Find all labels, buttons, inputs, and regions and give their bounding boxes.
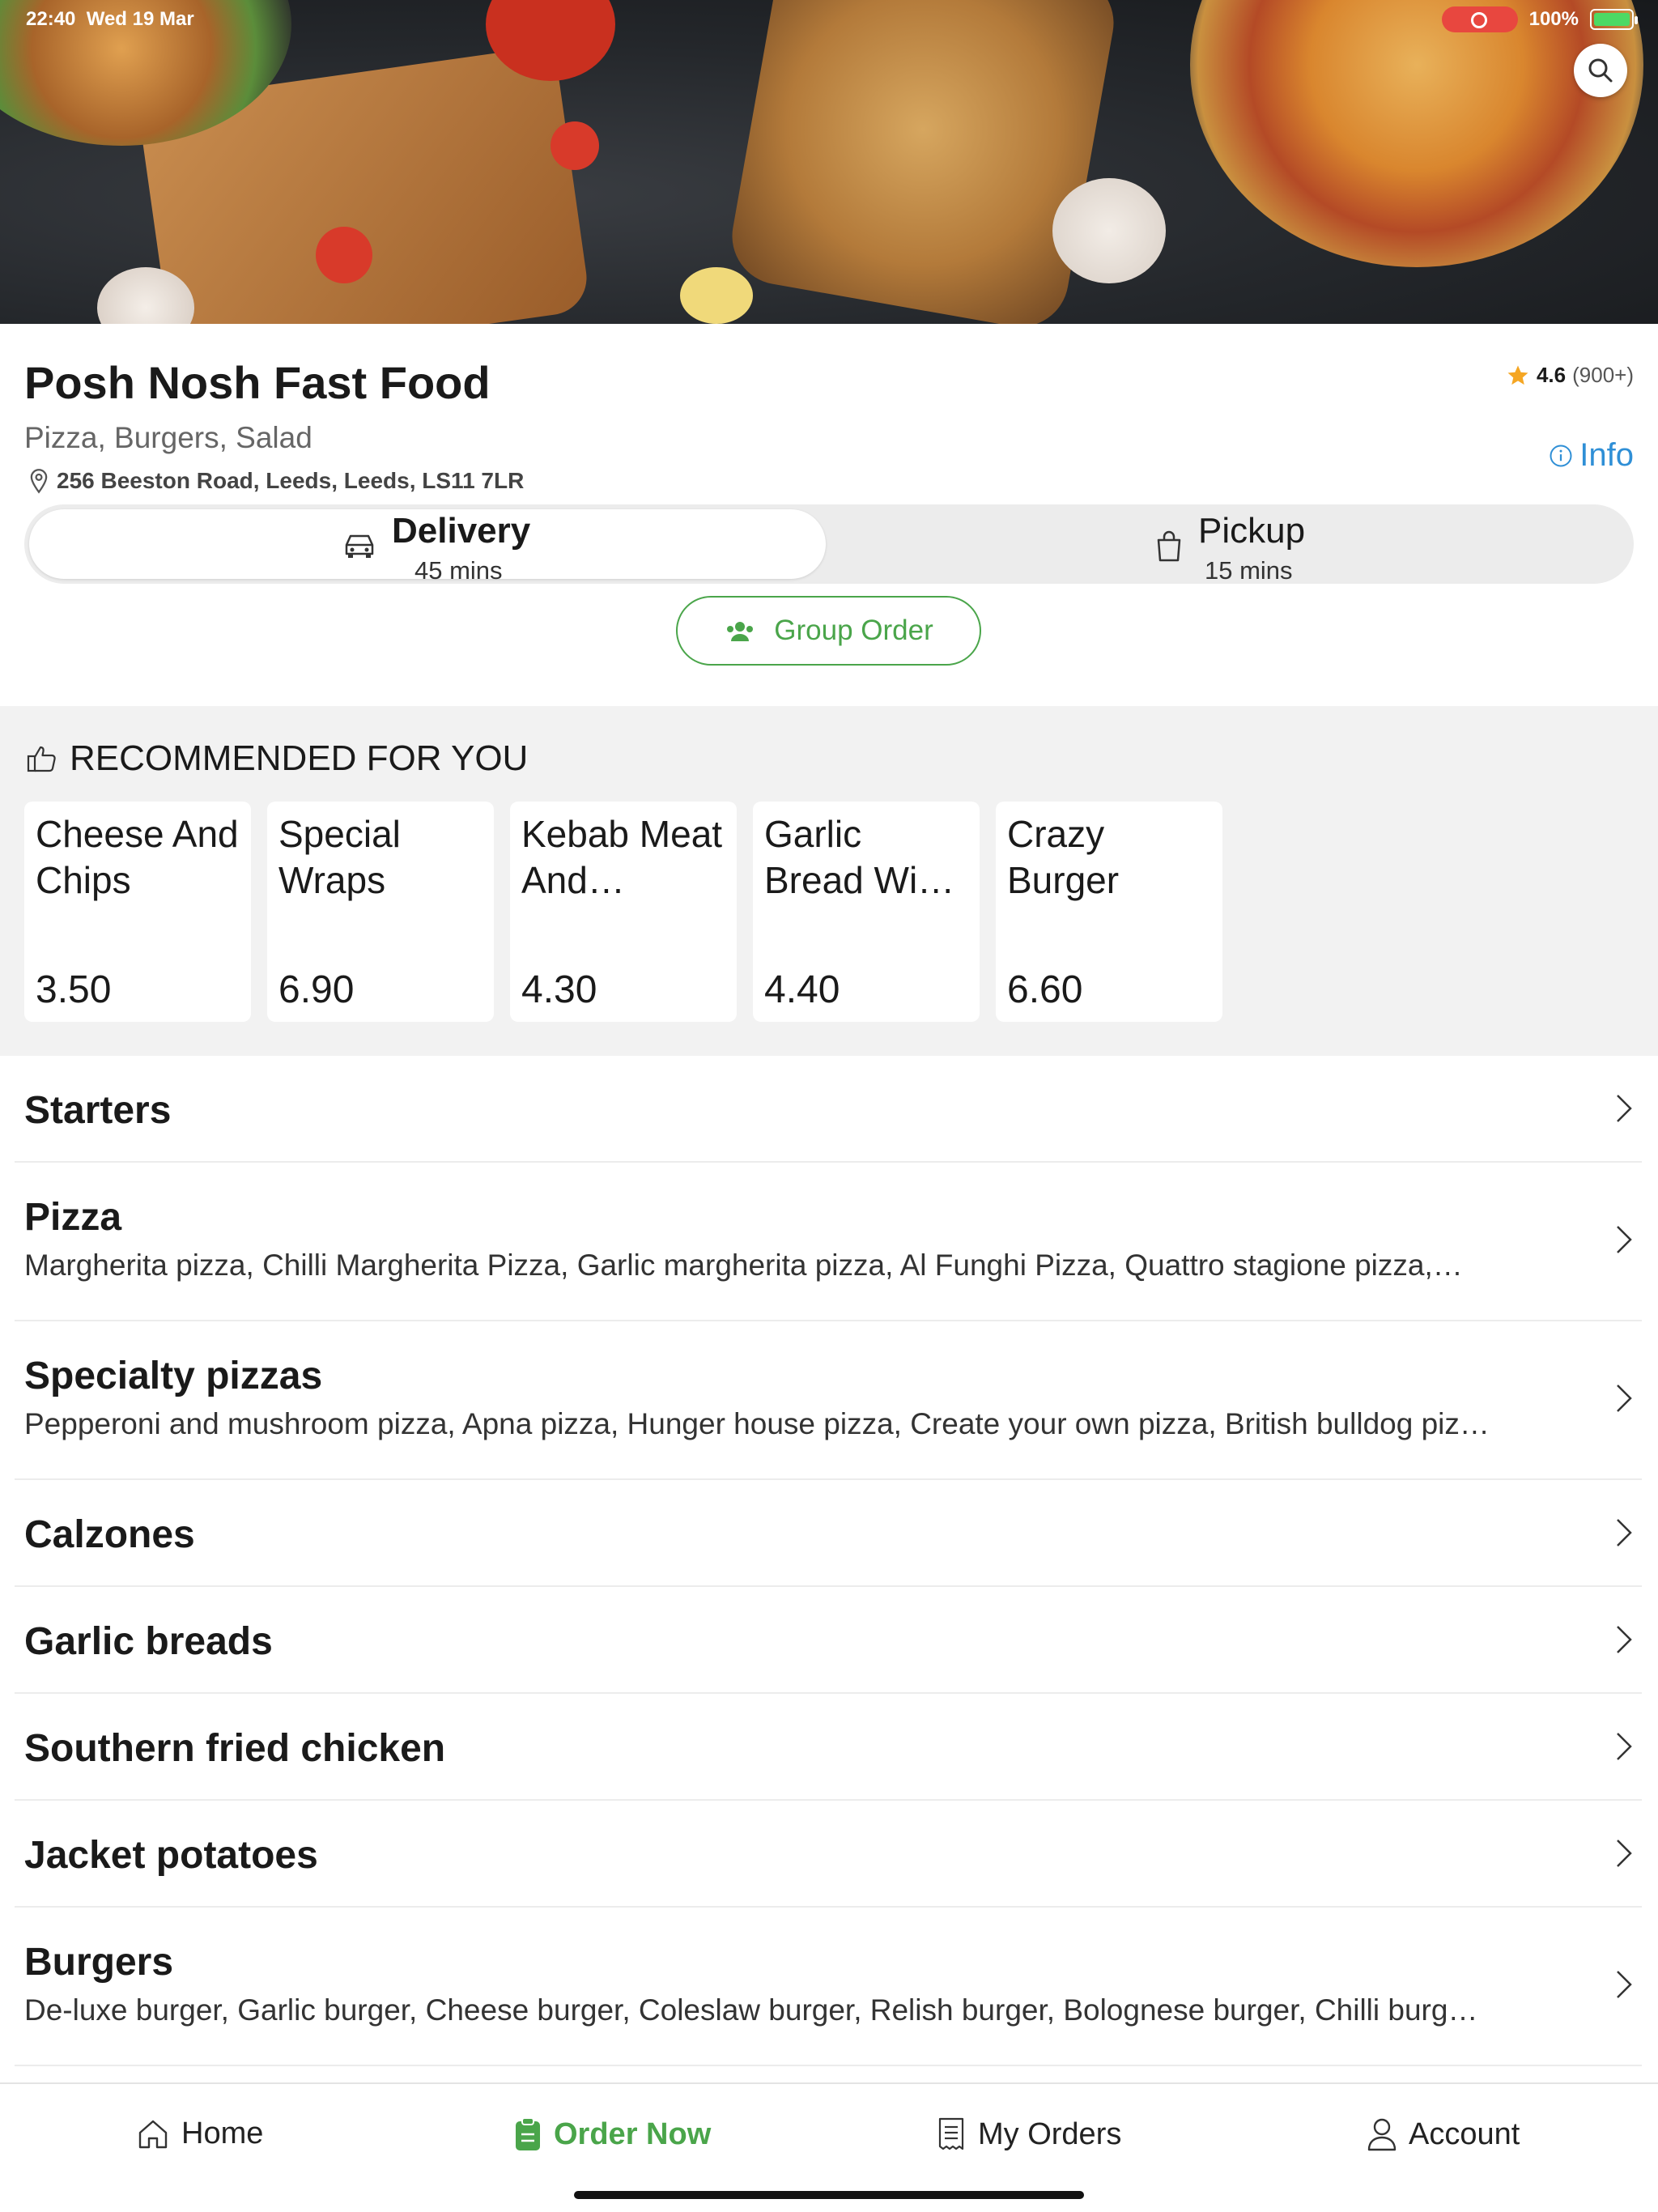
recommended-item-name: Garlic Bread Wi… [764,813,955,901]
user-icon [1367,2118,1397,2151]
car-icon [345,534,374,558]
rating-value: 4.6 [1536,363,1567,387]
category-name: Calzones [24,1513,195,1556]
group-order-label: Group Order [774,615,933,646]
info-link[interactable]: Info [1549,437,1634,474]
category-row-southern-fried-chicken[interactable]: Southern fried chicken [15,1694,1642,1801]
delivery-option[interactable]: Delivery 45 mins [29,509,826,585]
tab-home-label: Home [181,2116,264,2150]
recommended-item-price: 3.50 [36,968,112,1011]
recommended-card[interactable]: Garlic Bread Wi… 4.40 [753,802,980,1022]
recommended-card[interactable]: Special Wraps 6.90 [267,802,494,1022]
category-name: Garlic breads [24,1620,273,1663]
address-text: 256 Beeston Road, Leeds, Leeds, LS11 7LR [57,468,525,493]
delivery-label: Delivery [392,511,531,551]
category-row-starters[interactable]: Starters [15,1056,1642,1163]
order-icon [516,2117,540,2150]
status-bar: 22:40 Wed 19 Mar 100% [0,0,1658,39]
recommended-item-name: Special Wraps [278,813,401,901]
home-indicator[interactable] [574,2191,1084,2199]
category-row-specialty-pizzas[interactable]: Specialty pizzas Pepperoni and mushroom … [15,1321,1642,1480]
recommended-item-name: Crazy Burger [1007,813,1120,901]
pickup-label: Pickup [1198,511,1306,551]
tab-account[interactable]: Account [1367,2116,1520,2152]
chevron-right-icon [1617,1095,1632,1122]
cuisine-list: Pizza, Burgers, Salad [24,421,312,454]
search-button[interactable] [1574,44,1627,97]
hero-banner-image: 22:40 Wed 19 Mar 100% [0,0,1658,324]
chevron-right-icon [1617,1385,1632,1412]
receipt-icon [938,2117,964,2150]
category-name: Burgers [24,1941,174,1984]
battery-icon [1590,9,1638,30]
category-row-garlic-breads[interactable]: Garlic breads [15,1587,1642,1694]
group-icon [727,622,754,641]
restaurant-name: Posh Nosh Fast Food [24,357,491,408]
category-name: Pizza [24,1196,122,1239]
category-row-calzones[interactable]: Calzones [15,1480,1642,1587]
recommended-card[interactable]: Cheese And Chips 3.50 [24,802,251,1022]
category-description: De-luxe burger, Garlic burger, Cheese bu… [24,1993,1478,2027]
rating: 4.6 (900+) [1506,363,1634,388]
menu-category-list: Starters Pizza Margherita pizza, Chilli … [15,1056,1642,2066]
chevron-right-icon [1617,1626,1632,1653]
recommended-card[interactable]: Kebab Meat And… 4.30 [510,802,737,1022]
battery-percent: 100% [1528,8,1579,30]
recommended-section: RECOMMENDED FOR YOU Cheese And Chips 3.5… [0,706,1658,1056]
chevron-right-icon [1617,1519,1632,1546]
tab-account-label: Account [1409,2116,1520,2151]
tab-order-now[interactable]: Order Now [513,2116,711,2152]
pickup-option[interactable]: Pickup 15 mins [832,509,1629,585]
category-name: Specialty pizzas [24,1355,323,1397]
thumbs-up-icon [27,746,56,772]
location-pin-icon [30,469,48,494]
pickup-time: 15 mins [1205,556,1293,585]
recommended-item-price: 4.40 [764,968,840,1011]
chevron-right-icon [1617,1226,1632,1253]
recommended-item-price: 6.60 [1007,968,1083,1011]
group-order-button[interactable]: Group Order [676,596,981,666]
category-row-jacket-potatoes[interactable]: Jacket potatoes [15,1801,1642,1908]
rating-count: (900+) [1572,363,1634,387]
recommended-card[interactable]: Crazy Burger 6.60 [996,802,1222,1022]
recommended-title: RECOMMENDED FOR YOU [70,738,529,778]
star-icon [1507,365,1528,385]
recommended-item-price: 6.90 [278,968,355,1011]
category-row-burgers[interactable]: Burgers De-luxe burger, Garlic burger, C… [15,1908,1642,2066]
screen-recording-indicator [1441,6,1518,32]
chevron-right-icon [1617,1971,1632,1998]
category-row-pizza[interactable]: Pizza Margherita pizza, Chilli Margherit… [15,1163,1642,1321]
delivery-time: 45 mins [414,556,503,585]
recommended-item-price: 4.30 [521,968,597,1011]
category-name: Starters [24,1089,172,1132]
chevron-right-icon [1617,1840,1632,1867]
search-icon [1588,58,1613,83]
info-icon [1550,445,1572,466]
status-time: 22:40 Wed 19 Mar [26,8,194,30]
tab-order-now-label: Order Now [554,2116,712,2151]
chevron-right-icon [1617,1733,1632,1760]
tab-home[interactable]: Home [136,2116,263,2151]
tab-my-orders-label: My Orders [978,2116,1122,2151]
category-name: Southern fried chicken [24,1727,446,1770]
home-icon [138,2120,168,2148]
recommended-header: RECOMMENDED FOR YOU [26,738,528,779]
category-name: Jacket potatoes [24,1834,318,1877]
shopping-bag-icon [1157,530,1181,562]
recommended-item-name: Cheese And Chips [36,813,239,901]
info-label: Info [1579,437,1634,473]
category-description: Margherita pizza, Chilli Margherita Pizz… [24,1249,1463,1282]
category-description: Pepperoni and mushroom pizza, Apna pizza… [24,1407,1490,1440]
order-mode-toggle: Delivery 45 mins Pickup 15 mins [24,504,1634,585]
restaurant-address: 256 Beeston Road, Leeds, Leeds, LS11 7LR [28,468,524,494]
recommended-item-name: Kebab Meat And… [521,813,723,901]
tab-my-orders[interactable]: My Orders [936,2116,1121,2152]
